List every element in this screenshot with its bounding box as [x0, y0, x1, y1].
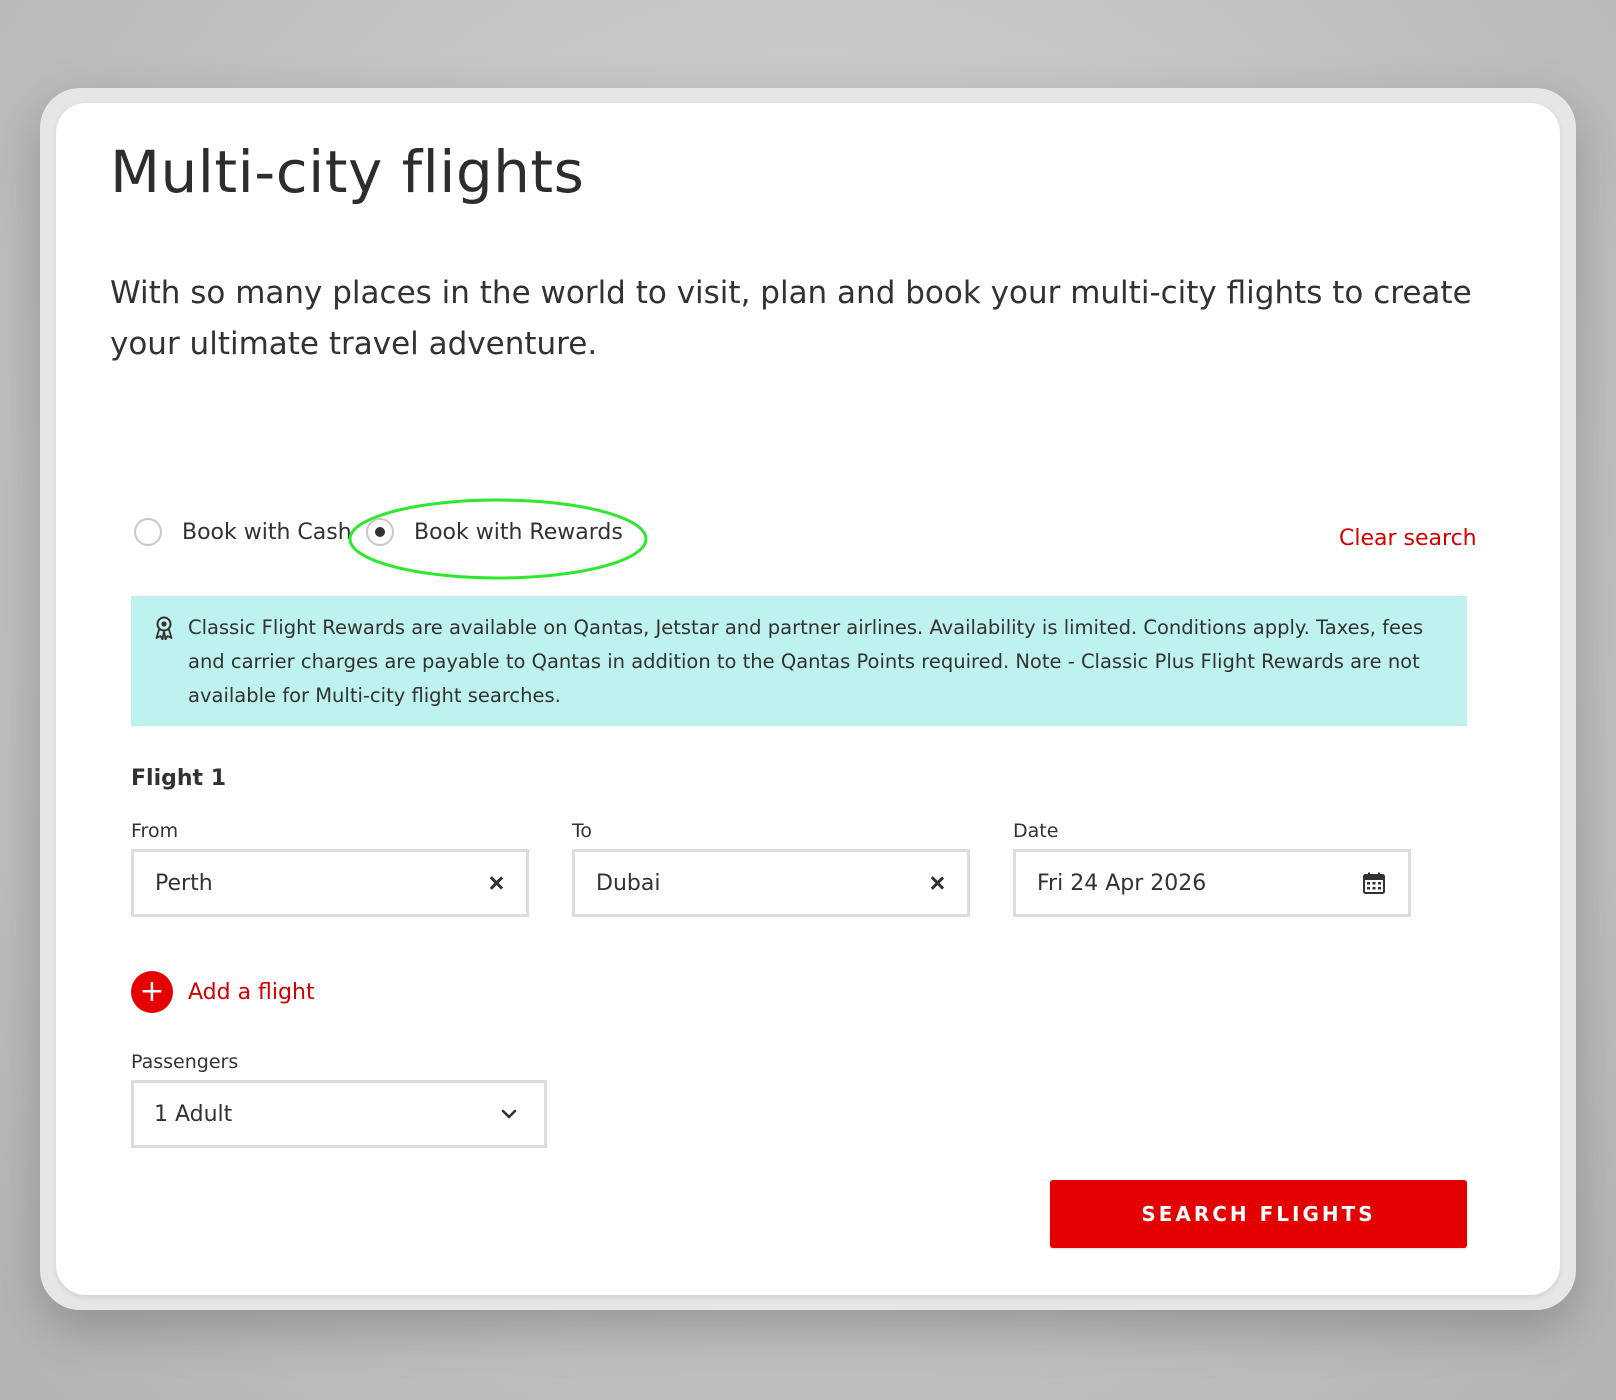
add-flight-button[interactable]: + Add a flight: [131, 971, 315, 1013]
radio-unchecked-icon[interactable]: [134, 518, 162, 546]
book-with-cash-label: Book with Cash: [182, 519, 352, 545]
calendar-icon[interactable]: [1362, 871, 1386, 895]
passengers-label: Passengers: [131, 1051, 239, 1073]
from-field[interactable]: Perth: [131, 849, 529, 917]
chevron-down-icon[interactable]: [500, 1108, 518, 1120]
from-value[interactable]: Perth: [155, 871, 488, 896]
to-value[interactable]: Dubai: [596, 871, 929, 896]
page-title: Multi-city flights: [110, 138, 585, 206]
search-flights-button[interactable]: SEARCH FLIGHTS: [1050, 1180, 1467, 1248]
to-label: To: [572, 820, 593, 842]
highlight-ellipse-annotation: [348, 498, 648, 580]
passengers-value[interactable]: 1 Adult: [154, 1102, 500, 1127]
intro-text: With so many places in the world to visi…: [110, 275, 1472, 362]
clear-search-link[interactable]: Clear search: [1339, 526, 1477, 551]
to-field[interactable]: Dubai: [572, 849, 970, 917]
date-field[interactable]: Fri 24 Apr 2026: [1013, 849, 1411, 917]
book-with-cash-radio[interactable]: Book with Cash: [134, 518, 352, 546]
date-label: Date: [1013, 820, 1059, 842]
info-banner-text: Classic Flight Rewards are available on …: [188, 616, 1424, 707]
plus-icon[interactable]: +: [131, 971, 173, 1013]
from-label: From: [131, 820, 179, 842]
award-ribbon-icon: [155, 616, 173, 640]
clear-to-icon[interactable]: [929, 875, 945, 891]
flight-heading: Flight 1: [131, 766, 227, 791]
add-flight-label[interactable]: Add a flight: [188, 980, 315, 1005]
clear-from-icon[interactable]: [488, 875, 504, 891]
date-value[interactable]: Fri 24 Apr 2026: [1037, 871, 1362, 896]
passengers-select[interactable]: 1 Adult: [131, 1080, 547, 1148]
